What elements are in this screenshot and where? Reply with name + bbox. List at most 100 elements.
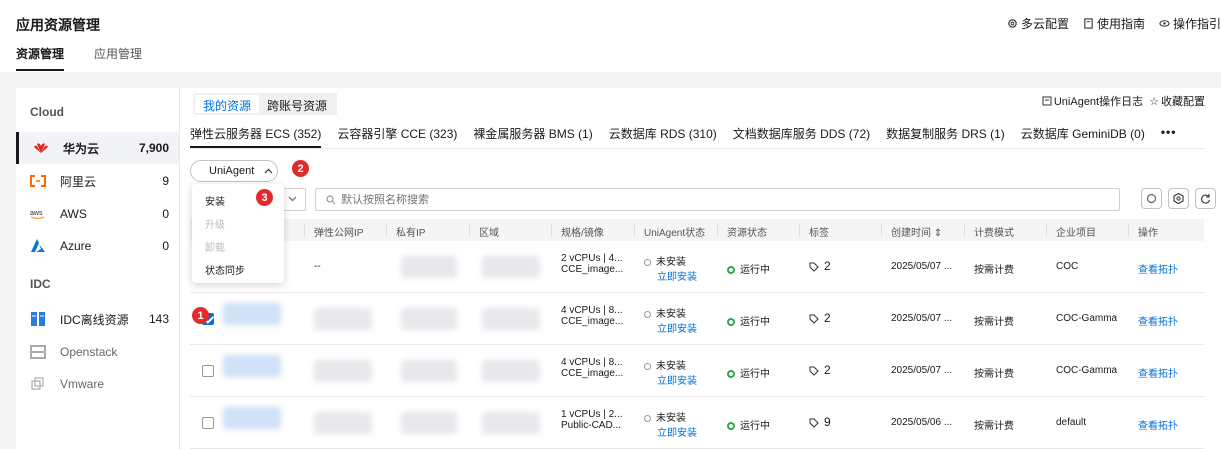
page-title: 应用资源管理 — [16, 17, 100, 33]
uniagent-cell: 未安装 立即安装 — [644, 305, 697, 335]
column-spec: 规格/镜像 — [561, 228, 604, 239]
top-bar: 应用资源管理 多云配置 使用指南 操作指引 资源管理 应用管理 — [0, 0, 1221, 72]
view-topology-link[interactable]: 查看拓扑 — [1138, 261, 1178, 276]
tab-geminidb[interactable]: 云数据库 GeminiDB (0) — [1021, 125, 1145, 148]
sidebar-item-vmware[interactable]: Vmware — [16, 368, 179, 400]
multi-cloud-config-link[interactable]: 多云配置 — [1007, 15, 1069, 32]
sidebar-item-label: Azure — [60, 239, 92, 253]
huawei-logo-icon — [33, 140, 49, 156]
resource-status: 运行中 — [740, 317, 770, 328]
search-icon — [326, 194, 336, 204]
row-checkbox[interactable] — [202, 365, 214, 377]
tab-application-management[interactable]: 应用管理 — [94, 45, 142, 71]
column-created-time[interactable]: 创建时间 ⇕ — [891, 224, 942, 239]
tab-cce[interactable]: 云容器引擎 CCE (323) — [337, 125, 457, 148]
uninstall-menu-item[interactable]: 卸载 — [192, 235, 284, 258]
my-resources-button[interactable]: 我的资源 — [195, 95, 260, 113]
sidebar-item-label: 华为云 — [63, 141, 100, 156]
install-now-link[interactable]: 立即安装 — [657, 376, 697, 387]
image-text: CCE_image... — [561, 316, 624, 327]
log-icon — [1042, 96, 1052, 106]
view-topology-link[interactable]: 查看拓扑 — [1138, 365, 1178, 380]
tab-ecs[interactable]: 弹性云服务器 ECS (352) — [190, 125, 322, 148]
tags-cell[interactable]: 9 — [809, 415, 831, 429]
column-divider — [304, 224, 305, 236]
tag-count: 9 — [824, 415, 831, 429]
sidebar-item-azure[interactable]: Azure 0 — [16, 230, 179, 262]
operation-guide-link[interactable]: 操作指引 — [1159, 15, 1221, 32]
project-cell: COC-Gamma — [1056, 365, 1118, 376]
view-topology-link[interactable]: 查看拓扑 — [1138, 417, 1178, 432]
uniagent-cell: 未安装 立即安装 — [644, 357, 697, 387]
created-time-cell: 2025/05/07 ... — [891, 365, 953, 376]
circle-search-icon — [1146, 193, 1157, 204]
right-links: UniAgent操作日志 ☆ 收藏配置 — [1042, 93, 1205, 109]
sidebar-item-count: 143 — [148, 312, 169, 326]
cross-account-resources-button[interactable]: 跨账号资源 — [259, 95, 335, 113]
column-divider — [386, 224, 387, 236]
column-divider — [1046, 224, 1047, 236]
column-divider — [799, 224, 800, 236]
top-links: 多云配置 使用指南 操作指引 — [1007, 15, 1221, 32]
sidebar-item-openstack[interactable]: Openstack — [16, 336, 179, 368]
sidebar-item-label: Openstack — [60, 345, 118, 359]
aws-logo-icon: aws — [30, 206, 46, 222]
sidebar-item-huawei[interactable]: 华为云 7,900 — [16, 132, 179, 164]
step-badge-3: 3 — [256, 189, 273, 206]
tags-cell[interactable]: 2 — [809, 259, 831, 273]
spec-cell: 1 vCPUs | 2... Public-CAD... — [561, 409, 623, 431]
project-cell: COC-Gamma — [1056, 313, 1118, 324]
tags-cell[interactable]: 2 — [809, 311, 831, 325]
status-dot-icon — [644, 310, 651, 318]
svg-text:aws: aws — [30, 210, 43, 217]
tab-resource-management[interactable]: 资源管理 — [16, 45, 65, 71]
view-topology-link[interactable]: 查看拓扑 — [1138, 313, 1178, 328]
tag-icon — [809, 418, 819, 428]
user-guide-label: 使用指南 — [1096, 17, 1145, 31]
spec-text: 4 vCPUs | 8... — [561, 305, 623, 316]
running-dot-icon — [727, 370, 735, 379]
spec-cell: 4 vCPUs | 8... CCE_image... — [561, 305, 623, 327]
refresh-button[interactable] — [1195, 188, 1216, 209]
server-icon — [30, 311, 46, 327]
uniagent-log-link[interactable]: UniAgent操作日志 — [1042, 93, 1143, 109]
install-now-link[interactable]: 立即安装 — [657, 428, 697, 439]
eip-redacted — [314, 360, 372, 382]
tab-rds[interactable]: 云数据库 RDS (310) — [609, 125, 717, 148]
uniagent-log-label: UniAgent操作日志 — [1053, 96, 1144, 108]
tags-cell[interactable]: 2 — [809, 363, 831, 377]
tab-bms[interactable]: 裸金属服务器 BMS (1) — [473, 125, 592, 148]
tab-drs[interactable]: 数据复制服务 DRS (1) — [886, 125, 1005, 148]
image-text: Public-CAD... — [561, 420, 622, 431]
search-input[interactable] — [341, 193, 1119, 206]
favorite-config-link[interactable]: ☆ 收藏配置 — [1149, 93, 1205, 109]
more-tabs-button[interactable]: ••• — [1161, 125, 1177, 148]
sidebar-item-aliyun[interactable]: 阿里云 9 — [16, 165, 179, 197]
uniagent-cell: 未安装 立即安装 — [644, 409, 697, 439]
sidebar-item-aws[interactable]: aws AWS 0 — [16, 198, 179, 230]
search-scope-button[interactable] — [1141, 188, 1162, 209]
running-dot-icon — [727, 318, 735, 327]
tab-dds[interactable]: 文档数据库服务 DDS (72) — [733, 125, 870, 148]
step-badge-1: 1 — [192, 307, 209, 324]
status-sync-menu-item[interactable]: 状态同步 — [192, 258, 284, 281]
private-ip-redacted — [401, 256, 457, 278]
uniagent-dropdown-label: UniAgent — [209, 165, 255, 177]
eip-redacted — [314, 412, 372, 434]
sidebar-item-idc[interactable]: IDC离线资源 143 — [16, 303, 179, 335]
settings-button[interactable] — [1168, 188, 1189, 209]
upgrade-menu-item[interactable]: 升级 — [192, 212, 284, 235]
column-tags: 标签 — [809, 228, 829, 239]
agent-status: 未安装 — [656, 361, 686, 372]
row-checkbox[interactable] — [202, 417, 214, 429]
table-row: 4 vCPUs | 8... CCE_image... 未安装 立即安装 运行中 2… — [190, 345, 1204, 397]
private-ip-redacted — [401, 412, 457, 434]
install-now-link[interactable]: 立即安装 — [657, 324, 697, 335]
sidebar-item-label: Vmware — [60, 377, 105, 391]
user-guide-link[interactable]: 使用指南 — [1083, 15, 1145, 32]
uniagent-dropdown[interactable]: UniAgent — [190, 160, 278, 182]
install-now-link[interactable]: 立即安装 — [657, 272, 697, 283]
image-text: CCE_image... — [561, 264, 624, 275]
tag-count: 2 — [824, 259, 831, 273]
region-redacted — [482, 412, 540, 434]
